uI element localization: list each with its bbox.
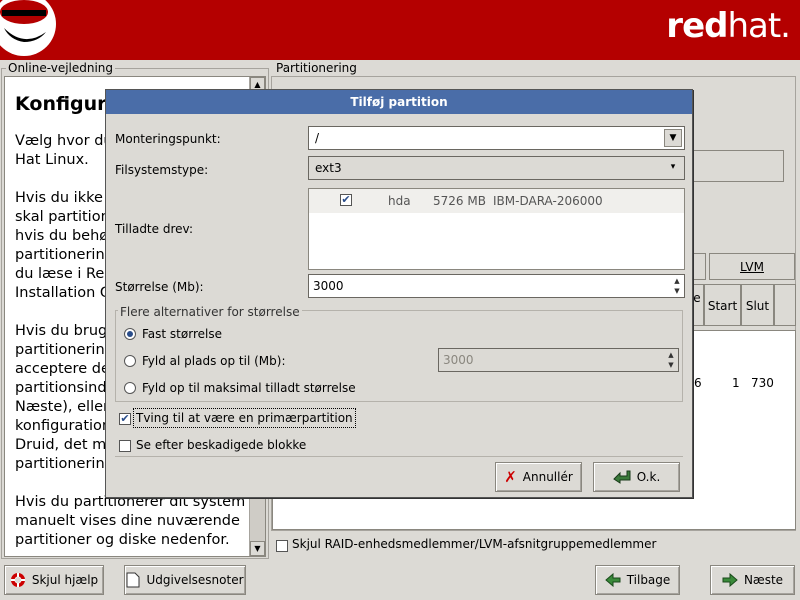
add-partition-dialog: Tilføj partition Monteringspunkt: / ▼ Fi…	[105, 89, 693, 498]
size-label: Størrelse (Mb):	[115, 280, 204, 294]
force-primary-checkbox[interactable]: ✔	[119, 413, 131, 425]
lifebuoy-icon	[10, 573, 25, 587]
bad-blocks-checkbox[interactable]	[119, 440, 131, 452]
drive-size: 5726 MB	[433, 194, 486, 208]
drive-checkbox[interactable]: ✔	[340, 194, 352, 206]
fill-upto-spinner[interactable]: 3000 ▲ ▼	[438, 348, 679, 372]
ok-button[interactable]: O.k.	[593, 462, 680, 492]
fill-upto-label: Fyld al plads op til (Mb):	[142, 354, 286, 368]
allowed-drives-label: Tilladte drev:	[115, 222, 193, 236]
arrow-right-icon	[722, 573, 738, 587]
redhat-logo-icon	[0, 0, 56, 56]
bad-blocks-label: Se efter beskadigede blokke	[136, 438, 307, 452]
cancel-x-icon: ✗	[504, 468, 517, 486]
column-header-start[interactable]: Start	[704, 284, 741, 326]
mount-point-label: Monteringspunkt:	[115, 132, 221, 146]
spinner-arrows-icon[interactable]: ▲ ▼	[671, 276, 683, 296]
back-button[interactable]: Tilbage	[595, 565, 680, 595]
fixed-size-radio[interactable]	[124, 328, 136, 340]
drive-model: IBM-DARA-206000	[493, 194, 603, 208]
size-spinner[interactable]: 3000 ▲ ▼	[308, 274, 685, 298]
brand-wordmark: redhat.	[666, 6, 791, 46]
chevron-down-icon[interactable]: ▼	[664, 129, 682, 147]
table-cell: 1	[732, 376, 740, 390]
divider	[115, 456, 683, 457]
fill-max-label: Fyld op til maksimal tilladt størrelse	[142, 381, 356, 395]
fstype-select[interactable]: ext3 ▾	[308, 156, 685, 180]
chevron-down-icon[interactable]: ▾	[664, 159, 682, 177]
hide-help-button[interactable]: Skjul hjælp	[4, 565, 104, 595]
fstype-label: Filsystemstype:	[115, 163, 209, 177]
hide-raid-label: Skjul RAID-enhedsmedlemmer/LVM-afsnitgru…	[292, 537, 657, 551]
drive-name: hda	[388, 194, 411, 208]
partition-frame-label: Partitionering	[274, 61, 359, 75]
hide-raid-checkbox[interactable]	[276, 540, 288, 552]
fixed-size-label: Fast størrelse	[142, 327, 222, 341]
force-primary-label: Tving til at være en primærpartition	[133, 408, 356, 428]
allowed-drives-list[interactable]: ✔ hda 5726 MB IBM-DARA-206000	[308, 188, 685, 270]
help-frame-label: Online-vejledning	[6, 61, 116, 75]
spinner-arrows-icon[interactable]: ▲ ▼	[665, 350, 677, 370]
disk-map	[690, 150, 784, 182]
size-options-label: Flere alternativer for størrelse	[118, 305, 302, 319]
mount-point-combo[interactable]: / ▼	[308, 126, 685, 150]
column-header-slut[interactable]: Slut	[741, 284, 774, 326]
help-paragraph: Hvis du partitionerer dit system manuelt…	[15, 494, 246, 548]
fill-max-radio[interactable]	[124, 382, 136, 394]
table-cell: 730	[751, 376, 774, 390]
release-notes-button[interactable]: Udgivelsesnoter	[124, 565, 246, 595]
arrow-left-icon	[604, 573, 621, 587]
next-button[interactable]: Næste	[710, 565, 795, 595]
lvm-button[interactable]: LVM	[709, 253, 795, 280]
cancel-button[interactable]: ✗ Annullér	[495, 462, 582, 492]
list-item[interactable]: ✔ hda 5726 MB IBM-DARA-206000	[309, 189, 684, 213]
column-header-extra[interactable]	[774, 284, 796, 326]
table-cell: 6	[694, 376, 702, 390]
dialog-title: Tilføj partition	[106, 90, 692, 114]
header-banner: redhat.	[0, 0, 800, 60]
scroll-down-icon[interactable]: ▼	[250, 541, 265, 556]
fill-upto-radio[interactable]	[124, 355, 136, 367]
document-icon	[126, 572, 140, 588]
enter-arrow-icon	[612, 470, 631, 484]
